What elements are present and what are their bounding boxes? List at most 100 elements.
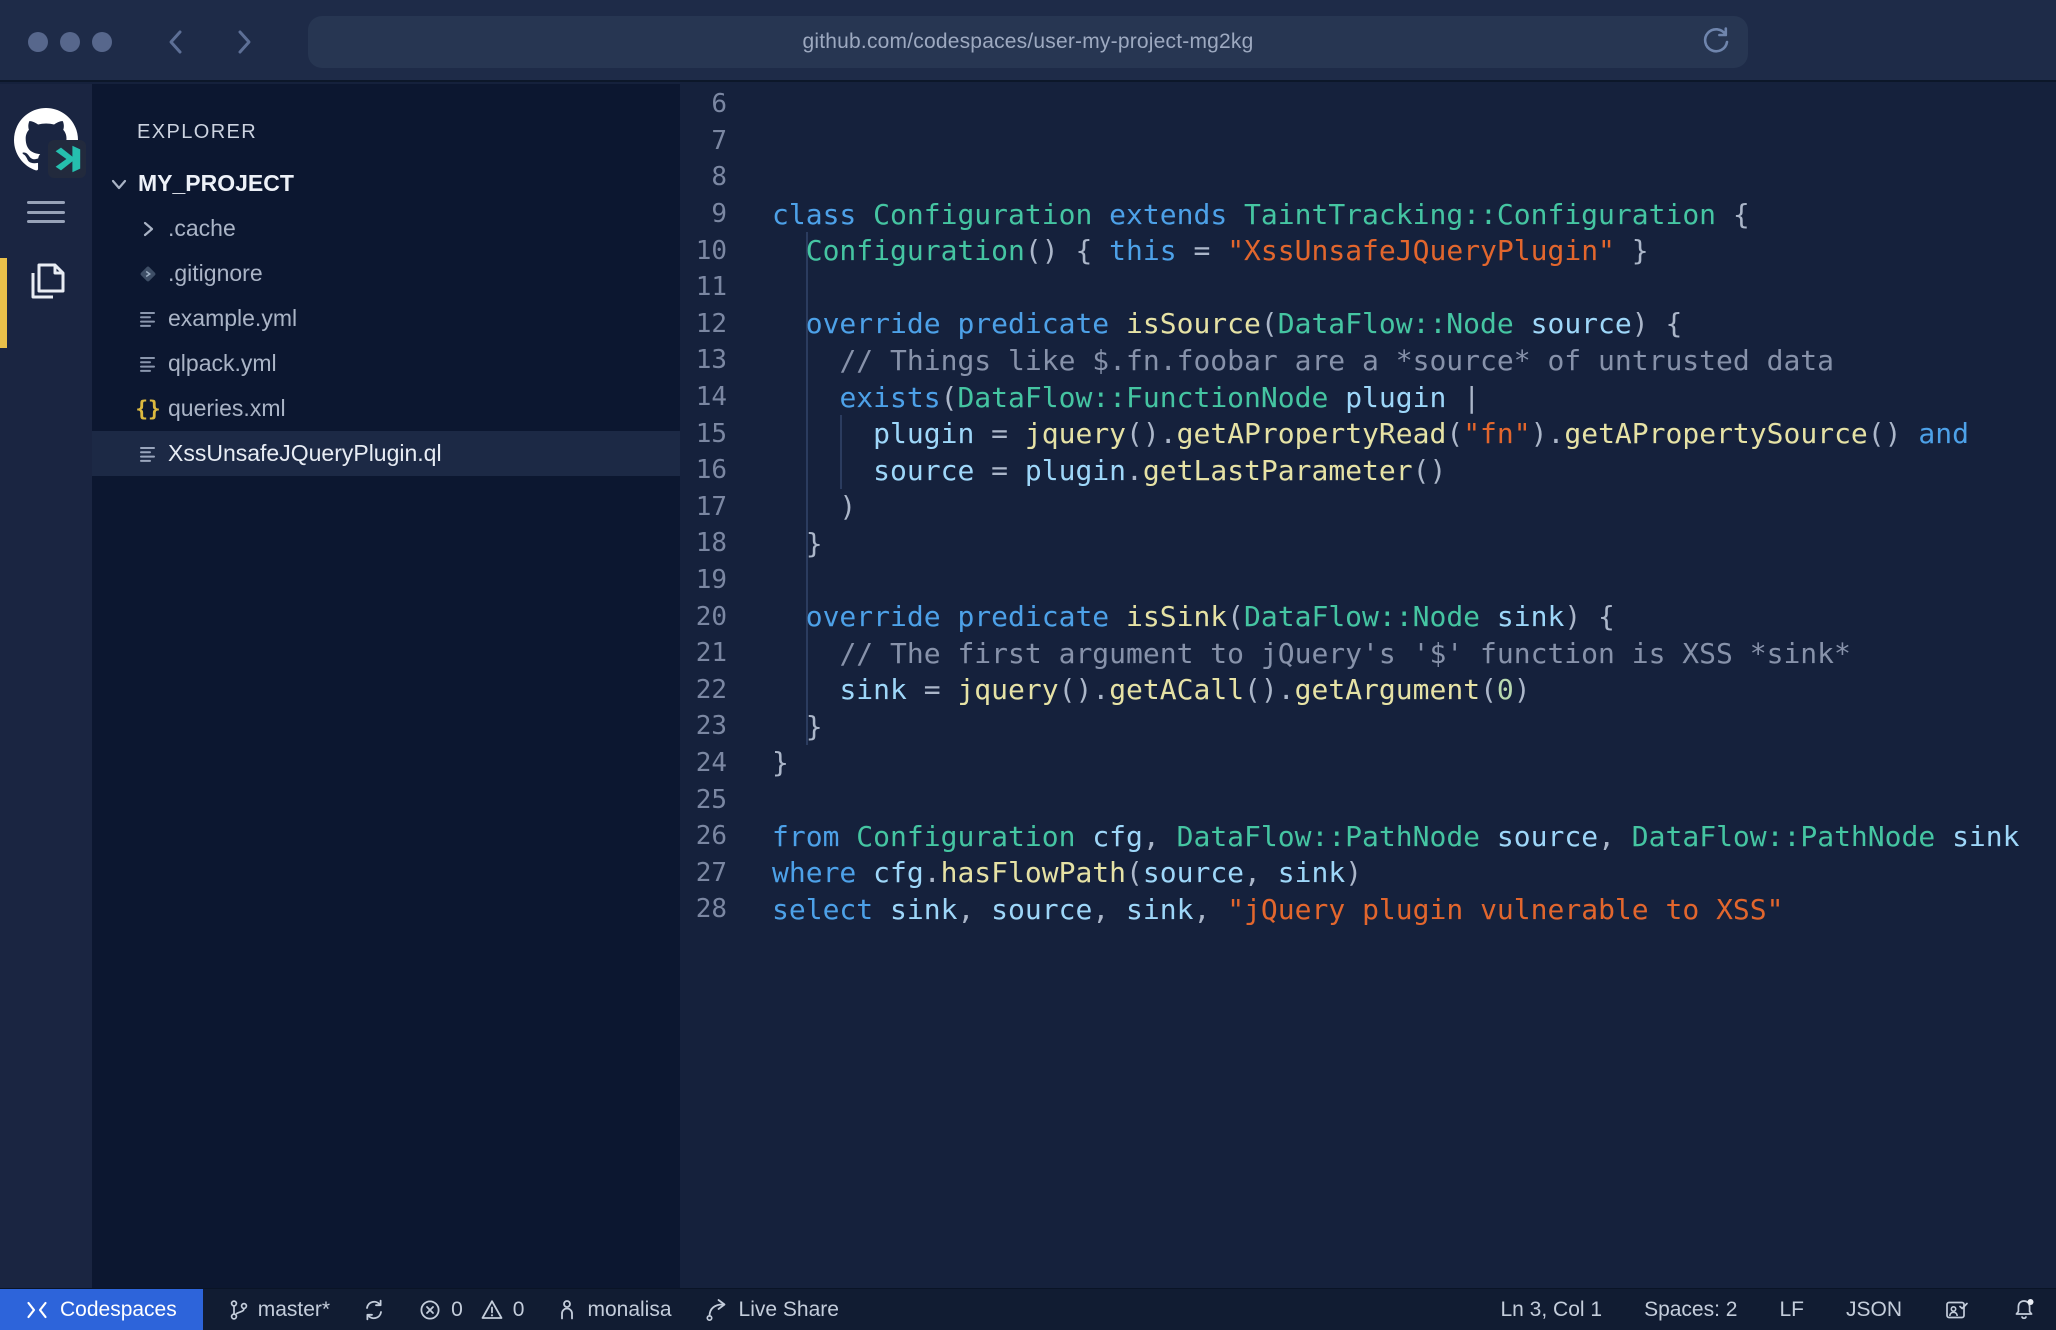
code-line[interactable]: 28select sink, source, sink, "jQuery plu… xyxy=(680,891,2056,928)
chevron-down-icon xyxy=(108,173,130,195)
forward-button[interactable] xyxy=(230,28,256,56)
code-line[interactable]: 11 xyxy=(680,269,2056,306)
window-minimize-button[interactable] xyxy=(60,32,80,52)
branch-label: master* xyxy=(258,1298,330,1322)
url-text: github.com/codespaces/user-my-project-mg… xyxy=(803,30,1254,54)
back-button[interactable] xyxy=(164,28,190,56)
line-number: 19 xyxy=(680,565,727,595)
line-number: 25 xyxy=(680,785,727,815)
notification-dot xyxy=(2028,1299,2034,1305)
vscode-logo-icon xyxy=(48,140,86,178)
sync-button[interactable] xyxy=(362,1298,386,1322)
refresh-icon xyxy=(1700,26,1732,58)
tree-item-xss-unsafe-jquery-plugin[interactable]: XssUnsafeJQueryPlugin.ql xyxy=(92,431,680,476)
eol-button[interactable]: LF xyxy=(1779,1298,1804,1322)
bell-icon xyxy=(2012,1297,2036,1323)
indentation-button[interactable]: Spaces: 2 xyxy=(1644,1298,1737,1322)
explorer-activity-button[interactable] xyxy=(22,256,70,304)
tree-item-example-yml[interactable]: example.yml xyxy=(92,296,680,341)
code-line[interactable]: 20 override predicate isSink(DataFlow::N… xyxy=(680,598,2056,635)
refresh-button[interactable] xyxy=(1700,26,1732,58)
code-line[interactable]: 21 // The first argument to jQuery's '$'… xyxy=(680,635,2056,672)
codespaces-status-button[interactable]: Codespaces xyxy=(0,1289,203,1330)
line-number: 20 xyxy=(680,602,727,632)
tree-item-label: qlpack.yml xyxy=(168,350,277,377)
code-text: class Configuration extends TaintTrackin… xyxy=(727,198,1750,231)
code-line[interactable]: 23 } xyxy=(680,708,2056,745)
code-text: // The first argument to jQuery's '$' fu… xyxy=(727,637,1851,670)
tree-item-label: .gitignore xyxy=(168,260,263,287)
error-count: 0 xyxy=(451,1298,463,1322)
tree-root-my-project[interactable]: MY_PROJECT xyxy=(92,161,680,206)
code-line[interactable]: 13 // Things like $.fn.foobar are a *sou… xyxy=(680,342,2056,379)
warning-icon xyxy=(480,1298,504,1322)
tree-item-qlpack-yml[interactable]: qlpack.yml xyxy=(92,341,680,386)
line-number: 6 xyxy=(680,89,727,119)
code-line[interactable]: 22 sink = jquery().getACall().getArgumen… xyxy=(680,672,2056,709)
user-label: monalisa xyxy=(587,1298,671,1322)
code-line[interactable]: 26from Configuration cfg, DataFlow::Path… xyxy=(680,818,2056,855)
address-bar[interactable]: github.com/codespaces/user-my-project-mg… xyxy=(308,16,1748,68)
code-line[interactable]: 12 override predicate isSource(DataFlow:… xyxy=(680,306,2056,343)
menu-button[interactable] xyxy=(27,201,65,223)
line-number: 16 xyxy=(680,455,727,485)
code-text: override predicate isSink(DataFlow::Node… xyxy=(727,600,1615,633)
yaml-file-icon xyxy=(138,354,158,374)
cursor-position-button[interactable]: Ln 3, Col 1 xyxy=(1500,1298,1602,1322)
live-share-button[interactable]: Live Share xyxy=(704,1298,839,1322)
line-number: 12 xyxy=(680,309,727,339)
code-text: Configuration() { this = "XssUnsafeJQuer… xyxy=(727,234,1649,267)
code-text: where cfg.hasFlowPath(source, sink) xyxy=(727,856,1362,889)
code-text: } xyxy=(727,746,789,779)
language-mode-button[interactable]: JSON xyxy=(1846,1298,1902,1322)
line-number: 17 xyxy=(680,492,727,522)
github-avatar[interactable] xyxy=(14,108,78,172)
code-text: override predicate isSource(DataFlow::No… xyxy=(727,307,1682,340)
code-line[interactable]: 8 xyxy=(680,159,2056,196)
code-line[interactable]: 7 xyxy=(680,123,2056,160)
line-number: 9 xyxy=(680,199,727,229)
line-number: 27 xyxy=(680,858,727,888)
user-status-button[interactable]: monalisa xyxy=(556,1298,671,1322)
code-line[interactable]: 9class Configuration extends TaintTracki… xyxy=(680,196,2056,233)
line-number: 8 xyxy=(680,162,727,192)
line-number: 11 xyxy=(680,272,727,302)
code-lines: 6 78 9class Configuration extends TaintTra… xyxy=(680,86,2056,928)
tree-item-gitignore[interactable]: .gitignore xyxy=(92,251,680,296)
problems-button[interactable]: 0 0 xyxy=(418,1298,524,1322)
code-line[interactable]: 14 exists(DataFlow::FunctionNode plugin … xyxy=(680,379,2056,416)
line-number: 15 xyxy=(680,419,727,449)
sync-icon xyxy=(362,1298,386,1322)
git-branch-button[interactable]: master* xyxy=(229,1298,330,1322)
code-line[interactable]: 24} xyxy=(680,745,2056,782)
ql-file-icon xyxy=(138,444,158,464)
line-number: 22 xyxy=(680,675,727,705)
feedback-button[interactable] xyxy=(1944,1298,1970,1322)
code-line[interactable]: 16 source = plugin.getLastParameter() xyxy=(680,452,2056,489)
code-text: from Configuration cfg, DataFlow::PathNo… xyxy=(727,820,2020,853)
window-zoom-button[interactable] xyxy=(92,32,112,52)
code-line[interactable]: 18 } xyxy=(680,525,2056,562)
tree-item-cache[interactable]: .cache xyxy=(92,206,680,251)
tree-root-label: MY_PROJECT xyxy=(138,170,294,197)
code-line[interactable]: 15 plugin = jquery().getAPropertyRead("f… xyxy=(680,415,2056,452)
chevron-left-icon xyxy=(164,28,190,56)
tree-item-queries-xml[interactable]: {} queries.xml xyxy=(92,386,680,431)
code-text: exists(DataFlow::FunctionNode plugin | xyxy=(727,381,1480,414)
live-share-label: Live Share xyxy=(739,1298,839,1322)
notifications-button[interactable] xyxy=(2012,1297,2036,1323)
window-close-button[interactable] xyxy=(28,32,48,52)
remote-icon xyxy=(26,1300,48,1320)
line-number: 14 xyxy=(680,382,727,412)
status-bar: Codespaces master* xyxy=(0,1288,2056,1330)
code-text: plugin = jquery().getAPropertyRead("fn")… xyxy=(727,417,1969,450)
code-line[interactable]: 27where cfg.hasFlowPath(source, sink) xyxy=(680,854,2056,891)
code-line[interactable]: 19 xyxy=(680,562,2056,599)
code-editor[interactable]: 6 78 9class Configuration extends TaintTra… xyxy=(680,84,2056,1288)
codespaces-window: github.com/codespaces/user-my-project-mg… xyxy=(0,0,2056,1330)
chevron-right-icon xyxy=(230,28,256,56)
code-line[interactable]: 6 xyxy=(680,86,2056,123)
code-line[interactable]: 17 ) xyxy=(680,489,2056,526)
code-line[interactable]: 25 xyxy=(680,781,2056,818)
code-line[interactable]: 10 Configuration() { this = "XssUnsafeJQ… xyxy=(680,232,2056,269)
